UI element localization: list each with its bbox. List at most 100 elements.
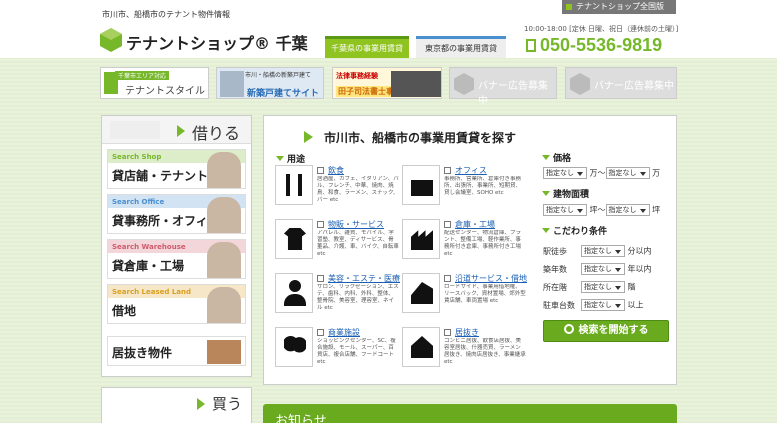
- person-photo-icon: [207, 287, 241, 323]
- tab-tokyo[interactable]: 東京都の事業用賃貸: [416, 36, 506, 58]
- banner-row: 千葉市エリア対応 テナントスタイル 市川・船橋の新築戸建て新築戸建てサイト 法律事…: [100, 67, 677, 107]
- category-desc: サロン、リラクゼーション、エステ、歯科、内科、外科、整体、整骨院、美容室、理容室…: [317, 284, 399, 311]
- square-icon: [566, 4, 572, 10]
- item-jp-label: 貸店舗・テナント: [112, 169, 209, 183]
- sidebar-item-shop[interactable]: Search Shop 貸店舗・テナント: [107, 149, 246, 189]
- person-photo-icon: [207, 152, 241, 188]
- category-desc: 居酒屋、カフェ、イタリアン、バル、フレンチ、中華、焼肉、焼鳥、和食、ラーメン、ス…: [317, 176, 399, 203]
- banner-ad-wanted-1[interactable]: バナー広告募集中: [449, 67, 557, 107]
- chevron-down-icon: [276, 156, 284, 161]
- search-title: 市川市、船橋市の事業用賃貸を探す: [324, 131, 517, 145]
- person-photo-icon: [207, 242, 241, 278]
- kodawari-heading-text: こだわり条件: [553, 227, 608, 237]
- interior-photo-icon: [207, 340, 241, 364]
- news-section: お知らせ: [263, 404, 677, 423]
- zenkoku-link[interactable]: テナントショップ全国版: [562, 0, 676, 14]
- arrow-right-icon: [177, 125, 185, 137]
- filter-suffix: 年以内: [627, 264, 652, 274]
- category-link[interactable]: 商業施設: [328, 327, 360, 338]
- category-checkbox[interactable]: [444, 275, 451, 282]
- banner-shihoshoshi-sub: 法律事務経験: [336, 72, 378, 80]
- sidebar-item-land[interactable]: Search Leased Land 借地: [107, 284, 246, 324]
- sidebar-item-warehouse[interactable]: Search Warehouse 貸倉庫・工場: [107, 239, 246, 279]
- area-end-label: 坪: [652, 205, 661, 215]
- business-hours: 10:00-18:00 [定休 日曜、祝日（連休前の土曜）]: [524, 25, 679, 33]
- banner-new-houses[interactable]: 市川・船橋の新築戸建て新築戸建てサイト: [216, 67, 324, 99]
- area-mid-label: 坪～: [589, 205, 606, 215]
- category-desc: 事務所、営業所、倉庫付き事務所、出張所、事業所、短期貸、貸し会議室、SOHO e…: [444, 176, 522, 196]
- page: 市川市、船橋市のテナント物件情報 テナントショップ全国版 10:00-18:00…: [0, 0, 777, 423]
- category-link[interactable]: 美容・エステ・医療: [328, 273, 400, 284]
- category-endou: 沿道サービス・借地 ロードサイド、事業用借地権、リースバック、資材置場、郊外型賃店…: [402, 273, 527, 315]
- category-checkbox[interactable]: [317, 275, 324, 282]
- tab-chiba[interactable]: 千葉県の事業用賃貸: [325, 36, 409, 58]
- cube-logo-icon: [100, 28, 122, 52]
- filter-row-floor: 所在階 指定なし 階: [543, 281, 636, 293]
- staff-photo-icon: [391, 71, 441, 97]
- item-en-label: Search Shop: [112, 153, 162, 161]
- walk-select[interactable]: 指定なし: [581, 245, 625, 257]
- zenkoku-label: テナントショップ全国版: [576, 2, 664, 11]
- site-logo[interactable]: テナントショップ® 千葉: [100, 28, 320, 54]
- logo-text: テナントショップ® 千葉: [126, 34, 308, 53]
- category-link[interactable]: 飲食: [328, 165, 344, 176]
- area-min-select[interactable]: 指定なし: [543, 204, 587, 216]
- category-checkbox[interactable]: [317, 167, 324, 174]
- cube-icon: [570, 73, 590, 95]
- parking-select[interactable]: 指定なし: [581, 299, 625, 311]
- age-select[interactable]: 指定なし: [581, 263, 625, 275]
- item-en-label: Search Warehouse: [112, 243, 186, 251]
- area-heading-text: 建物面積: [553, 190, 590, 200]
- category-shougyou: 商業施設 ショッピングセンター、SC、複合施設、モール、スーパー、百貨店、複合店舗…: [275, 327, 398, 369]
- price-heading-text: 価格: [553, 154, 572, 164]
- banner-tenant-style[interactable]: 千葉市エリア対応 テナントスタイル: [100, 67, 209, 99]
- roadside-shop-icon: [402, 273, 440, 313]
- category-checkbox[interactable]: [444, 221, 451, 228]
- category-link[interactable]: 沿道サービス・借地: [455, 273, 527, 284]
- price-mid-label: 万～: [589, 168, 606, 178]
- category-checkbox[interactable]: [317, 329, 324, 336]
- search-icon: [563, 324, 574, 334]
- item-jp-label: 貸事務所・オフィス: [112, 214, 220, 228]
- banner-ad-wanted-2[interactable]: バナー広告募集中: [565, 67, 677, 99]
- category-office: オフィス 事務所、営業所、倉庫付き事務所、出張所、事業所、短期貸、貸し会議室、SO…: [402, 165, 525, 207]
- category-link[interactable]: 倉庫・工場: [455, 219, 495, 230]
- phone-icon: [526, 39, 536, 52]
- search-button-label: 検索を開始する: [578, 325, 649, 336]
- price-end-label: 万: [652, 168, 661, 178]
- sidebar-item-inuki[interactable]: 居抜き物件: [107, 336, 246, 366]
- category-souko: 倉庫・工場 配送センター、物流倉庫、プラント、整備工場、軽作業所、事務所付き倉庫、…: [402, 219, 525, 261]
- category-buppan: 物販・サービス アパレル、雑貨、モバイル、学習塾、教室、ディサービス、骨董品、介護…: [275, 219, 399, 261]
- category-checkbox[interactable]: [444, 329, 451, 336]
- rent-heading: 借りる: [192, 124, 241, 143]
- price-min-select[interactable]: 指定なし: [543, 167, 587, 179]
- rent-header: 借りる: [102, 116, 251, 144]
- use-heading-text: 用途: [287, 155, 306, 165]
- arrow-right-icon: [197, 398, 205, 410]
- floor-select[interactable]: 指定なし: [581, 281, 625, 293]
- category-link[interactable]: 居抜き: [455, 327, 479, 338]
- fork-knife-icon: [275, 165, 313, 205]
- category-inuki: 居抜き コンビニ居抜、飲食店居抜、美容室居抜、什器売買、ラーメン居抜き、焼肉店居抜…: [402, 327, 526, 369]
- filter-row-walk: 駅徒歩 指定なし 分以内: [543, 245, 652, 257]
- filter-label: 駐車台数: [543, 300, 575, 310]
- banner-new-houses-title: 新築戸建てサイト: [247, 89, 320, 99]
- item-en-label: Search Leased Land: [112, 288, 192, 296]
- category-checkbox[interactable]: [317, 221, 324, 228]
- sidebar-item-office[interactable]: Search Office 貸事務所・オフィス: [107, 194, 246, 234]
- filter-suffix: 階: [627, 282, 636, 292]
- tshirt-icon: [275, 219, 313, 259]
- banner-new-houses-sub: 市川・船橋の新築戸建て: [245, 72, 312, 79]
- filter-label: 駅徒歩: [543, 246, 567, 256]
- category-link[interactable]: 物販・サービス: [328, 219, 384, 230]
- banner-shihoshoshi[interactable]: 法律事務経験 田子司法書士事務所: [332, 67, 442, 99]
- shop-house-icon: [402, 327, 440, 367]
- category-checkbox[interactable]: [444, 167, 451, 174]
- search-button[interactable]: 検索を開始する: [543, 320, 669, 342]
- category-link[interactable]: オフィス: [455, 165, 487, 176]
- banner-ad-wanted-label: バナー広告募集中: [478, 81, 548, 107]
- filter-suffix: 分以内: [627, 246, 652, 256]
- area-max-select[interactable]: 指定なし: [605, 204, 650, 216]
- person-icon: [275, 273, 313, 313]
- price-max-select[interactable]: 指定なし: [605, 167, 650, 179]
